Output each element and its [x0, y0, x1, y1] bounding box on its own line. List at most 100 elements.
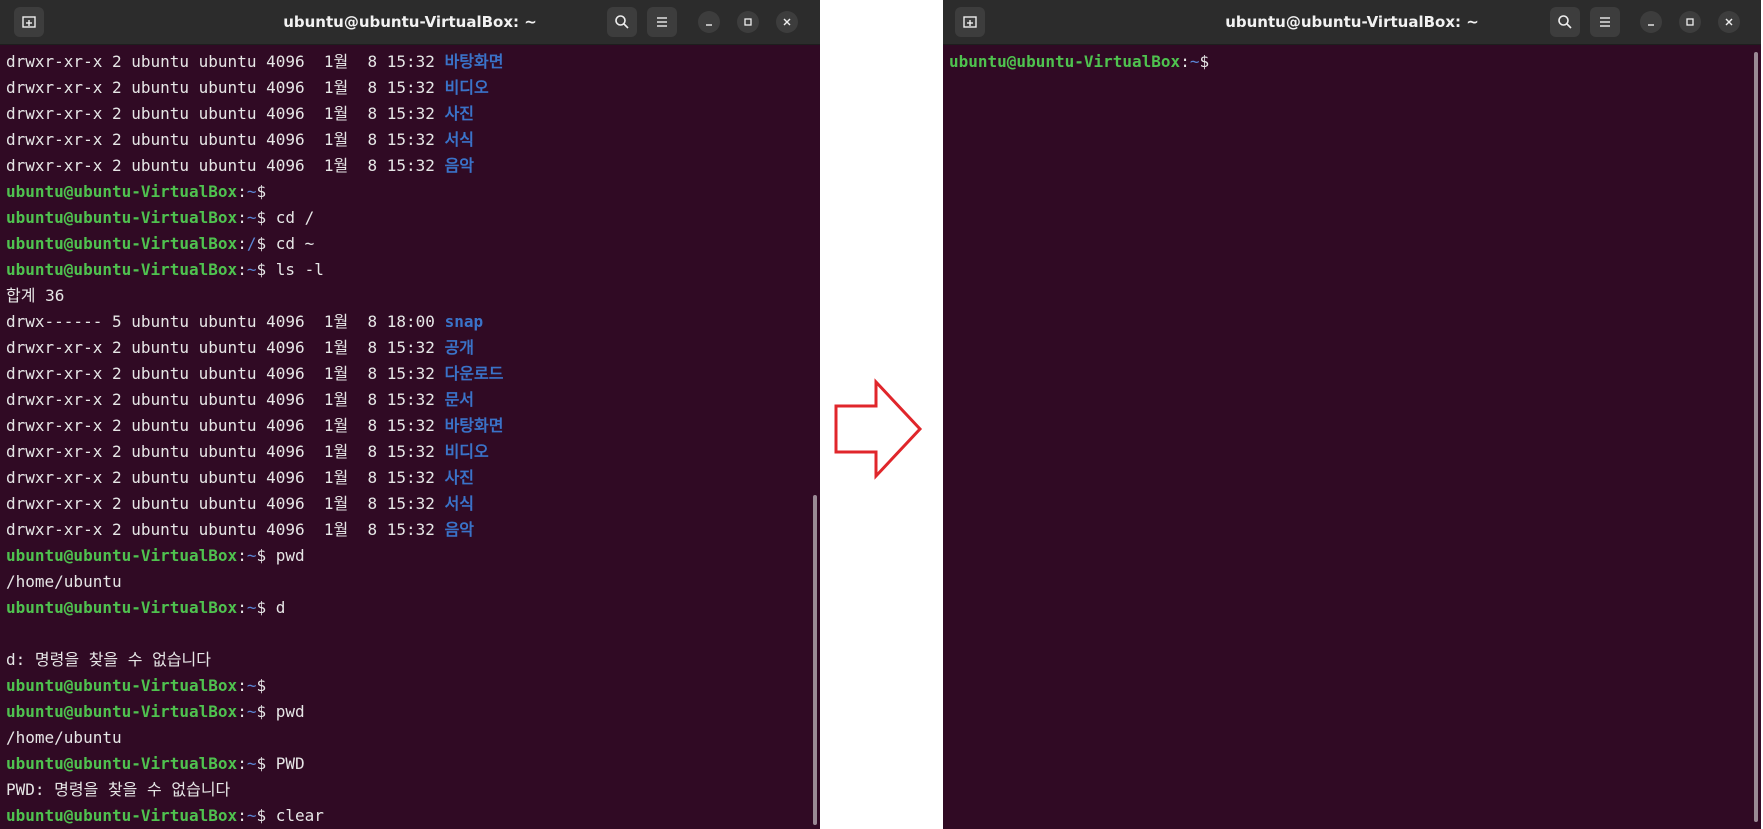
prompt-symbol: $ [256, 702, 267, 721]
maximize-icon[interactable] [737, 11, 759, 33]
list-item: drwxr-xr-x 2 ubuntu ubuntu 4096 1월 8 15:… [6, 75, 820, 101]
close-icon[interactable] [776, 11, 798, 33]
list-item: drwxr-xr-x 2 ubuntu ubuntu 4096 1월 8 15:… [6, 465, 820, 491]
prompt-user: ubuntu@ubuntu-VirtualBox [6, 676, 238, 695]
list-item: drwxr-xr-x 2 ubuntu ubuntu 4096 1월 8 15:… [6, 439, 820, 465]
prompt-symbol: $ [1199, 52, 1210, 71]
prompt-user: ubuntu@ubuntu-VirtualBox [6, 598, 238, 617]
right-arrow-icon [834, 378, 923, 480]
output-line: /home/ubuntu [6, 728, 122, 747]
prompt-symbol: $ [256, 806, 267, 825]
prompt-user: ubuntu@ubuntu-VirtualBox [949, 52, 1181, 71]
close-icon[interactable] [1718, 11, 1740, 33]
prompt-symbol: $ [256, 754, 267, 773]
list-item: drwxr-xr-x 2 ubuntu ubuntu 4096 1월 8 15:… [6, 101, 820, 127]
prompt-separator: : [237, 806, 247, 825]
terminal-output[interactable]: drwxr-xr-x 2 ubuntu ubuntu 4096 1월 8 15:… [0, 45, 820, 829]
prompt-separator: : [237, 234, 247, 253]
file-info: drwxr-xr-x 2 ubuntu ubuntu 4096 1월 8 15:… [6, 156, 445, 175]
prompt-user: ubuntu@ubuntu-VirtualBox [6, 806, 238, 825]
prompt-user: ubuntu@ubuntu-VirtualBox [6, 260, 238, 279]
file-info: drwxr-xr-x 2 ubuntu ubuntu 4096 1월 8 15:… [6, 416, 445, 435]
prompt-line: ubuntu@ubuntu-VirtualBox:~$ clear [6, 803, 820, 829]
file-info: drwxr-xr-x 2 ubuntu ubuntu 4096 1월 8 15:… [6, 52, 445, 71]
scrollbar[interactable] [1754, 52, 1758, 822]
prompt-line: ubuntu@ubuntu-VirtualBox:~$ PWD [6, 751, 820, 777]
hamburger-menu-icon[interactable] [647, 7, 677, 37]
list-item: drwxr-xr-x 2 ubuntu ubuntu 4096 1월 8 15:… [6, 361, 820, 387]
prompt-separator: : [237, 702, 247, 721]
directory-name: 문서 [444, 390, 475, 409]
search-icon[interactable] [1550, 7, 1580, 37]
prompt-symbol: $ [256, 546, 267, 565]
directory-name: 바탕화면 [444, 416, 504, 435]
output-line: /home/ubuntu [6, 572, 122, 591]
prompt-separator: : [237, 260, 247, 279]
directory-name: 비디오 [444, 442, 489, 461]
command-text: d [266, 598, 286, 617]
prompt-line: ubuntu@ubuntu-VirtualBox:~$ pwd [6, 699, 820, 725]
prompt-separator: : [237, 546, 247, 565]
output-line: 합계 36 [6, 286, 65, 305]
file-info: drwxr-xr-x 2 ubuntu ubuntu 4096 1월 8 15:… [6, 104, 445, 123]
file-info: drwxr-xr-x 2 ubuntu ubuntu 4096 1월 8 15:… [6, 468, 445, 487]
prompt-line: ubuntu@ubuntu-VirtualBox:/$ cd ~ [6, 231, 820, 257]
directory-name: 음악 [444, 156, 475, 175]
file-info: drwxr-xr-x 2 ubuntu ubuntu 4096 1월 8 15:… [6, 390, 445, 409]
list-item: drwxr-xr-x 2 ubuntu ubuntu 4096 1월 8 15:… [6, 335, 820, 361]
window-title: ubuntu@ubuntu-VirtualBox: ~ [1225, 13, 1479, 31]
directory-name: 서식 [444, 130, 475, 149]
directory-name: 비디오 [444, 78, 489, 97]
hamburger-menu-icon[interactable] [1590, 7, 1620, 37]
file-info: drwxr-xr-x 2 ubuntu ubuntu 4096 1월 8 15:… [6, 494, 445, 513]
directory-name: 서식 [444, 494, 475, 513]
list-item: drwxr-xr-x 2 ubuntu ubuntu 4096 1월 8 15:… [6, 49, 820, 75]
maximize-icon[interactable] [1679, 11, 1701, 33]
prompt-symbol: $ [256, 260, 267, 279]
prompt-separator: : [237, 208, 247, 227]
prompt-symbol: $ [256, 234, 267, 253]
prompt-user: ubuntu@ubuntu-VirtualBox [6, 208, 238, 227]
prompt-line: ubuntu@ubuntu-VirtualBox:~$ [6, 673, 820, 699]
command-text: pwd [266, 702, 305, 721]
file-info: drwxr-xr-x 2 ubuntu ubuntu 4096 1월 8 15:… [6, 78, 445, 97]
minimize-icon[interactable] [698, 11, 720, 33]
prompt-separator: : [237, 598, 247, 617]
prompt-user: ubuntu@ubuntu-VirtualBox [6, 182, 238, 201]
command-text: ls -l [266, 260, 324, 279]
file-info: drwx------ 5 ubuntu ubuntu 4096 1월 8 18:… [6, 312, 445, 331]
prompt-separator: : [237, 676, 247, 695]
directory-name: 바탕화면 [444, 52, 504, 71]
output-line: d: 명령을 찾을 수 없습니다 [6, 650, 211, 669]
prompt-separator: : [237, 754, 247, 773]
file-info: drwxr-xr-x 2 ubuntu ubuntu 4096 1월 8 15:… [6, 338, 445, 357]
command-text: clear [266, 806, 324, 825]
prompt-separator: : [1180, 52, 1190, 71]
command-text: cd ~ [266, 234, 315, 253]
file-info: drwxr-xr-x 2 ubuntu ubuntu 4096 1월 8 15:… [6, 364, 445, 383]
terminal-output[interactable]: ubuntu@ubuntu-VirtualBox:~$ [943, 45, 1761, 829]
command-text: PWD [266, 754, 305, 773]
directory-name: 공개 [444, 338, 475, 357]
prompt-line: ubuntu@ubuntu-VirtualBox:~$ cd / [6, 205, 820, 231]
directory-name: 다운로드 [444, 364, 504, 383]
prompt-symbol: $ [256, 208, 267, 227]
list-item: drwxr-xr-x 2 ubuntu ubuntu 4096 1월 8 15:… [6, 413, 820, 439]
scrollbar[interactable] [813, 495, 817, 825]
prompt-symbol: $ [256, 598, 267, 617]
minimize-icon[interactable] [1640, 11, 1662, 33]
prompt-symbol: $ [256, 676, 267, 695]
file-info: drwxr-xr-x 2 ubuntu ubuntu 4096 1월 8 15:… [6, 520, 445, 539]
terminal-window-left: ubuntu@ubuntu-VirtualBox: ~ drwxr-xr-x 2… [0, 0, 820, 829]
window-title: ubuntu@ubuntu-VirtualBox: ~ [283, 13, 537, 31]
search-icon[interactable] [607, 7, 637, 37]
prompt-symbol: $ [256, 182, 267, 201]
list-item: drwx------ 5 ubuntu ubuntu 4096 1월 8 18:… [6, 309, 820, 335]
directory-name: 음악 [444, 520, 475, 539]
directory-name: 사진 [444, 468, 475, 487]
titlebar: ubuntu@ubuntu-VirtualBox: ~ [943, 0, 1761, 45]
prompt-line: ubuntu@ubuntu-VirtualBox:~$ [6, 179, 820, 205]
directory-name: snap [444, 312, 484, 331]
titlebar: ubuntu@ubuntu-VirtualBox: ~ [0, 0, 820, 45]
